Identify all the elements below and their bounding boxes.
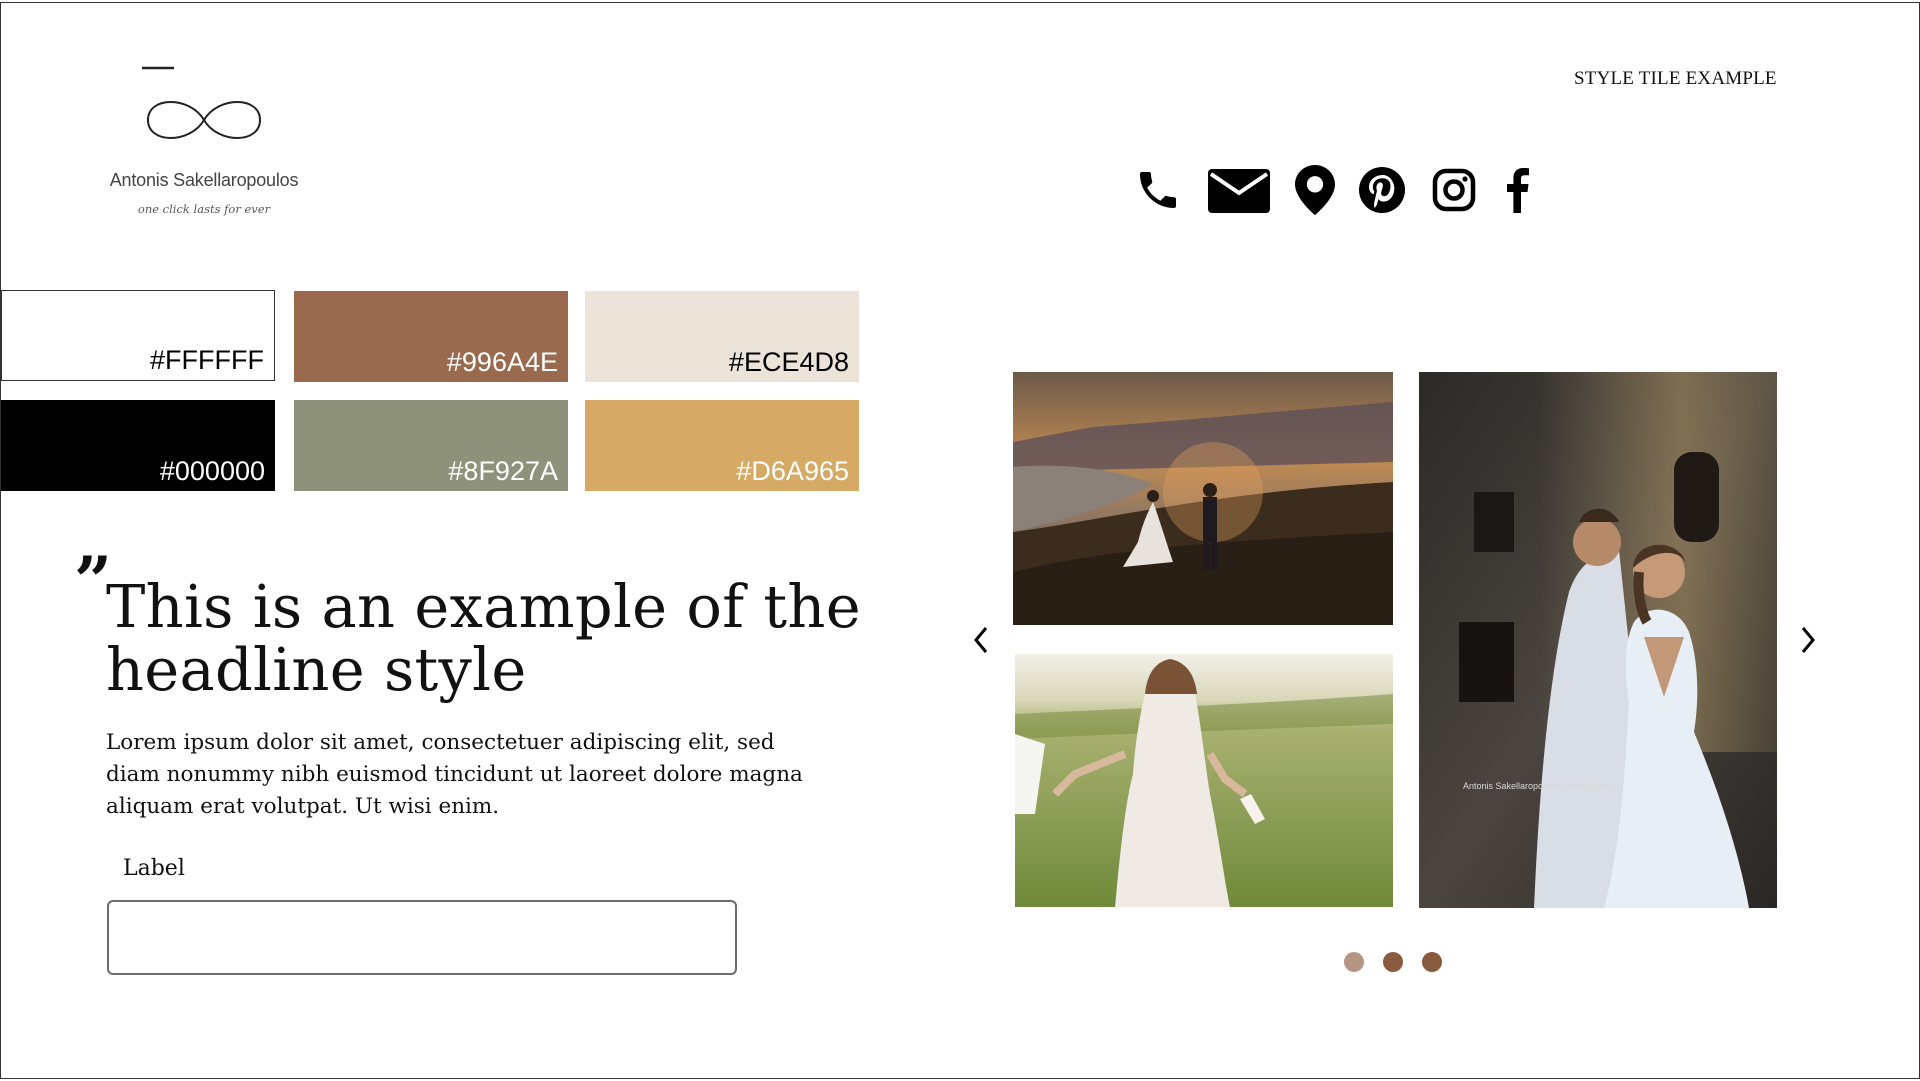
brand-logo[interactable]: Antonis Sakellaropoulos one click lasts … — [104, 62, 304, 232]
carousel-next-button[interactable] — [1793, 620, 1823, 660]
couple-embrace-image: Antonis Sakellaropoulos photography — [1419, 372, 1777, 908]
chevron-left-icon — [974, 627, 988, 653]
swatch-brown: #996A4E — [294, 291, 568, 382]
brand-tagline: one click lasts for ever — [137, 202, 271, 216]
bride-on-grass-photo[interactable] — [1015, 654, 1393, 907]
text-input[interactable] — [107, 900, 737, 975]
swatch-gold: #D6A965 — [585, 400, 859, 491]
swatch-sage: #8F927A — [294, 400, 568, 491]
watermark-text: Antonis Sakellaropoulos photography — [1463, 781, 1613, 791]
carousel-dot-3[interactable] — [1422, 952, 1442, 972]
instagram-icon[interactable] — [1432, 168, 1476, 212]
swatch-black: #000000 — [1, 400, 275, 491]
swatch-label: #FFFFFF — [150, 345, 264, 375]
headline: This is an example of the headline style — [106, 572, 861, 704]
sunset-couple-photo[interactable] — [1013, 372, 1393, 625]
swatch-label: #8F927A — [448, 456, 558, 486]
swatch-label: #ECE4D8 — [728, 347, 849, 377]
carousel-dot-1[interactable] — [1344, 952, 1364, 972]
phone-icon[interactable] — [1134, 166, 1182, 214]
facebook-icon[interactable] — [1504, 167, 1530, 213]
pinterest-icon[interactable] — [1358, 166, 1406, 214]
body-text: Lorem ipsum dolor sit amet, consectetuer… — [106, 730, 803, 819]
bride-on-grass-image — [1015, 654, 1393, 907]
chevron-right-icon — [1801, 627, 1815, 653]
couple-embrace-photo[interactable]: Antonis Sakellaropoulos photography — [1419, 372, 1777, 908]
carousel-dot-2[interactable] — [1383, 952, 1403, 972]
brand-name: Antonis Sakellaropoulos — [109, 170, 299, 190]
swatch-label: #996A4E — [446, 347, 558, 377]
carousel-prev-button[interactable] — [966, 620, 996, 660]
page-title: STYLE TILE EXAMPLE — [1574, 68, 1777, 89]
infinity-logo-icon — [142, 66, 262, 139]
field-label: Label — [123, 856, 185, 881]
swatch-label: #D6A965 — [736, 456, 849, 486]
swatch-cream: #ECE4D8 — [585, 291, 859, 382]
mail-icon[interactable] — [1208, 169, 1270, 213]
location-pin-icon[interactable] — [1295, 165, 1335, 215]
swatch-label: #000000 — [159, 456, 265, 486]
sunset-couple-image — [1013, 372, 1393, 625]
swatch-white: #FFFFFF — [1, 290, 275, 381]
